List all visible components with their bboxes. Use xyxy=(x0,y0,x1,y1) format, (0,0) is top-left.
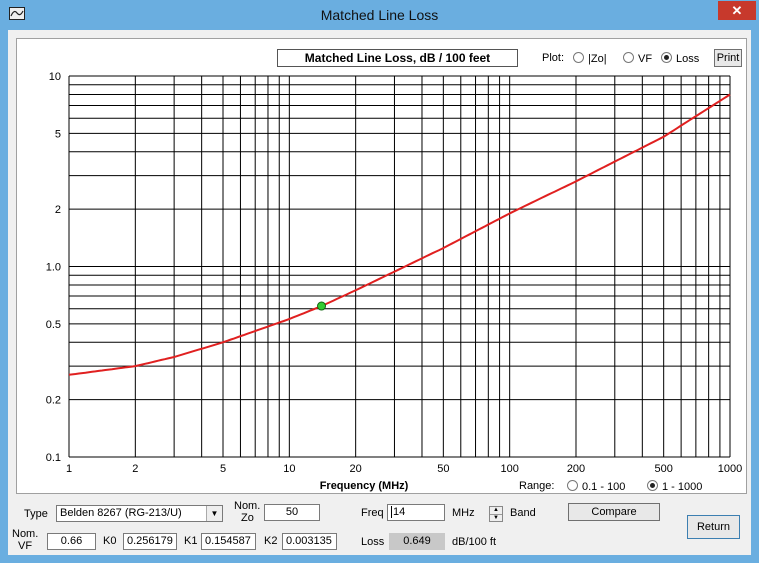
band-label: Band xyxy=(510,507,536,519)
compare-button[interactable]: Compare xyxy=(568,503,660,521)
x-tick-label: 10 xyxy=(283,463,295,475)
range-label: Range: xyxy=(519,480,555,492)
loss-curve xyxy=(68,93,731,376)
window-title: Matched Line Loss xyxy=(320,7,439,23)
chevron-down-icon[interactable]: ▼ xyxy=(206,506,222,521)
arrow-down-icon[interactable]: ▼ xyxy=(490,514,502,522)
arrow-up-icon[interactable]: ▲ xyxy=(490,507,502,514)
range-option-low-label: 0.1 - 100 xyxy=(582,481,626,493)
client-area: Matched Line Loss, dB / 100 feet Plot: |… xyxy=(8,30,751,555)
range-low-radio[interactable] xyxy=(567,480,578,491)
y-tick-label: 1.0 xyxy=(46,262,61,274)
range-option-high-label: 1 - 1000 xyxy=(662,481,703,493)
loss-chart: 1 2 5 10 20 50 100 200 500 1000 10 5 2 1.0 0.5 0.2 0.1 … xyxy=(46,71,743,492)
window: Matched Line Loss ✕ Matched Line Loss, d… xyxy=(0,0,759,563)
nom-vf-label: Nom. xyxy=(12,528,39,540)
nom-zo-label-2: Zo xyxy=(241,512,254,524)
x-tick-label: 100 xyxy=(500,463,518,475)
nom-zo-field[interactable]: 50 xyxy=(264,504,320,521)
x-axis-label: Frequency (MHz) xyxy=(320,480,409,492)
x-tick-label: 5 xyxy=(220,463,226,475)
frequency-marker xyxy=(317,301,327,311)
y-tick-label: 0.5 xyxy=(46,319,61,331)
nom-vf-field[interactable]: 0.66 xyxy=(47,533,96,550)
type-select-value: Belden 8267 (RG-213/U) xyxy=(60,507,182,519)
return-button[interactable]: Return xyxy=(687,515,740,539)
y-tick-labels: 10 5 2 1.0 0.5 0.2 0.1 xyxy=(46,71,61,464)
x-tick-label: 200 xyxy=(567,463,585,475)
x-tick-label: 500 xyxy=(654,463,672,475)
range-high-radio[interactable] xyxy=(647,480,658,491)
loss-label: Loss xyxy=(361,536,385,548)
x-tick-labels: 1 2 5 10 20 50 100 200 500 1000 xyxy=(66,463,742,475)
k2-field[interactable]: 0.003135 xyxy=(282,533,337,550)
horizontal-grid xyxy=(69,75,730,458)
k0-field[interactable]: 0.256179 xyxy=(123,533,177,550)
k0-label: K0 xyxy=(103,535,117,547)
y-tick-label: 10 xyxy=(49,71,61,83)
type-select[interactable]: Belden 8267 (RG-213/U) ▼ xyxy=(56,505,223,522)
band-spinner[interactable]: ▲ ▼ xyxy=(489,506,503,522)
type-label: Type xyxy=(24,508,48,520)
freq-unit: MHz xyxy=(452,507,475,519)
y-tick-label: 0.1 xyxy=(46,452,61,464)
nom-vf-label-2: VF xyxy=(18,540,33,552)
title-bar[interactable]: Matched Line Loss ✕ xyxy=(0,0,759,30)
freq-value: 14 xyxy=(391,506,406,518)
y-tick-label: 5 xyxy=(55,128,61,140)
loss-unit: dB/100 ft xyxy=(452,536,497,548)
k1-field[interactable]: 0.154587 xyxy=(201,533,256,550)
range-option-high[interactable]: 1 - 1000 xyxy=(647,480,702,493)
plot-panel: Matched Line Loss, dB / 100 feet Plot: |… xyxy=(16,38,747,494)
close-button[interactable]: ✕ xyxy=(718,1,756,20)
k2-label: K2 xyxy=(264,535,278,547)
freq-label: Freq xyxy=(361,507,384,519)
y-tick-label: 0.2 xyxy=(46,395,61,407)
x-tick-label: 20 xyxy=(350,463,362,475)
loss-value: 0.649 xyxy=(389,533,445,550)
range-option-low[interactable]: 0.1 - 100 xyxy=(567,480,625,493)
k1-label: K1 xyxy=(184,535,198,547)
nom-zo-label: Nom. xyxy=(234,500,261,512)
x-tick-label: 2 xyxy=(132,463,138,475)
freq-field[interactable]: 14 xyxy=(387,504,445,521)
x-tick-label: 1 xyxy=(66,463,72,475)
x-tick-label: 1000 xyxy=(718,463,742,475)
y-tick-label: 2 xyxy=(55,204,61,216)
x-tick-label: 50 xyxy=(437,463,449,475)
